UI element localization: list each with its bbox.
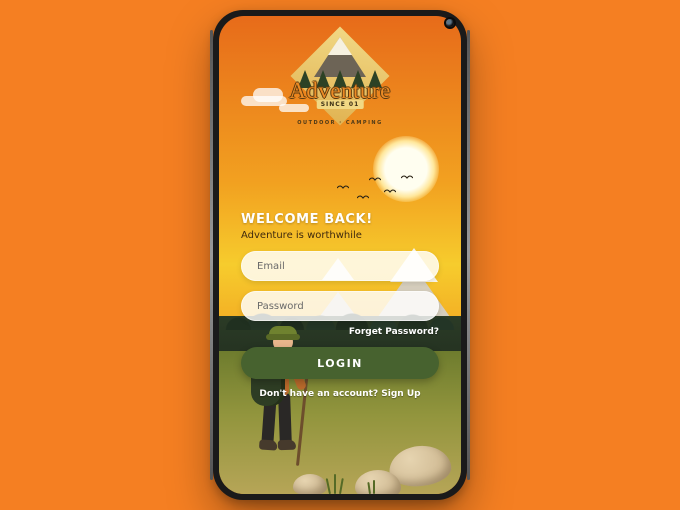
email-field-wrap[interactable] (241, 251, 439, 281)
password-field-wrap[interactable] (241, 291, 439, 321)
email-input[interactable] (255, 260, 425, 273)
bird-icon (337, 184, 349, 191)
password-input[interactable] (255, 300, 425, 313)
app-screen: Adventure SINCE 01 OUTDOOR · CAMPING WEL… (219, 16, 461, 494)
sign-up-link[interactable]: Don't have an account? Sign Up (241, 389, 439, 399)
product-shot-stage: Adventure SINCE 01 OUTDOOR · CAMPING WEL… (0, 0, 680, 510)
sun-icon (373, 136, 439, 202)
bird-icon (357, 194, 369, 201)
punch-hole-camera (446, 19, 454, 27)
login-form: WELCOME BACK! Adventure is worthwhile Fo… (241, 212, 439, 399)
phone-frame: Adventure SINCE 01 OUTDOOR · CAMPING WEL… (213, 10, 467, 500)
rock-icon (293, 474, 327, 494)
app-logo: Adventure SINCE 01 OUTDOOR · CAMPING (278, 34, 402, 118)
logo-subline: OUTDOOR · CAMPING (297, 120, 382, 126)
tagline-text: Adventure is worthwhile (241, 230, 439, 241)
welcome-heading: WELCOME BACK! (241, 212, 439, 227)
logo-since-label: SINCE 01 (317, 100, 364, 109)
forgot-password-link[interactable]: Forget Password? (241, 327, 439, 337)
login-button[interactable]: LOGIN (241, 347, 439, 379)
bird-icon (384, 188, 396, 195)
bird-icon (369, 176, 381, 183)
bird-icon (401, 174, 413, 181)
